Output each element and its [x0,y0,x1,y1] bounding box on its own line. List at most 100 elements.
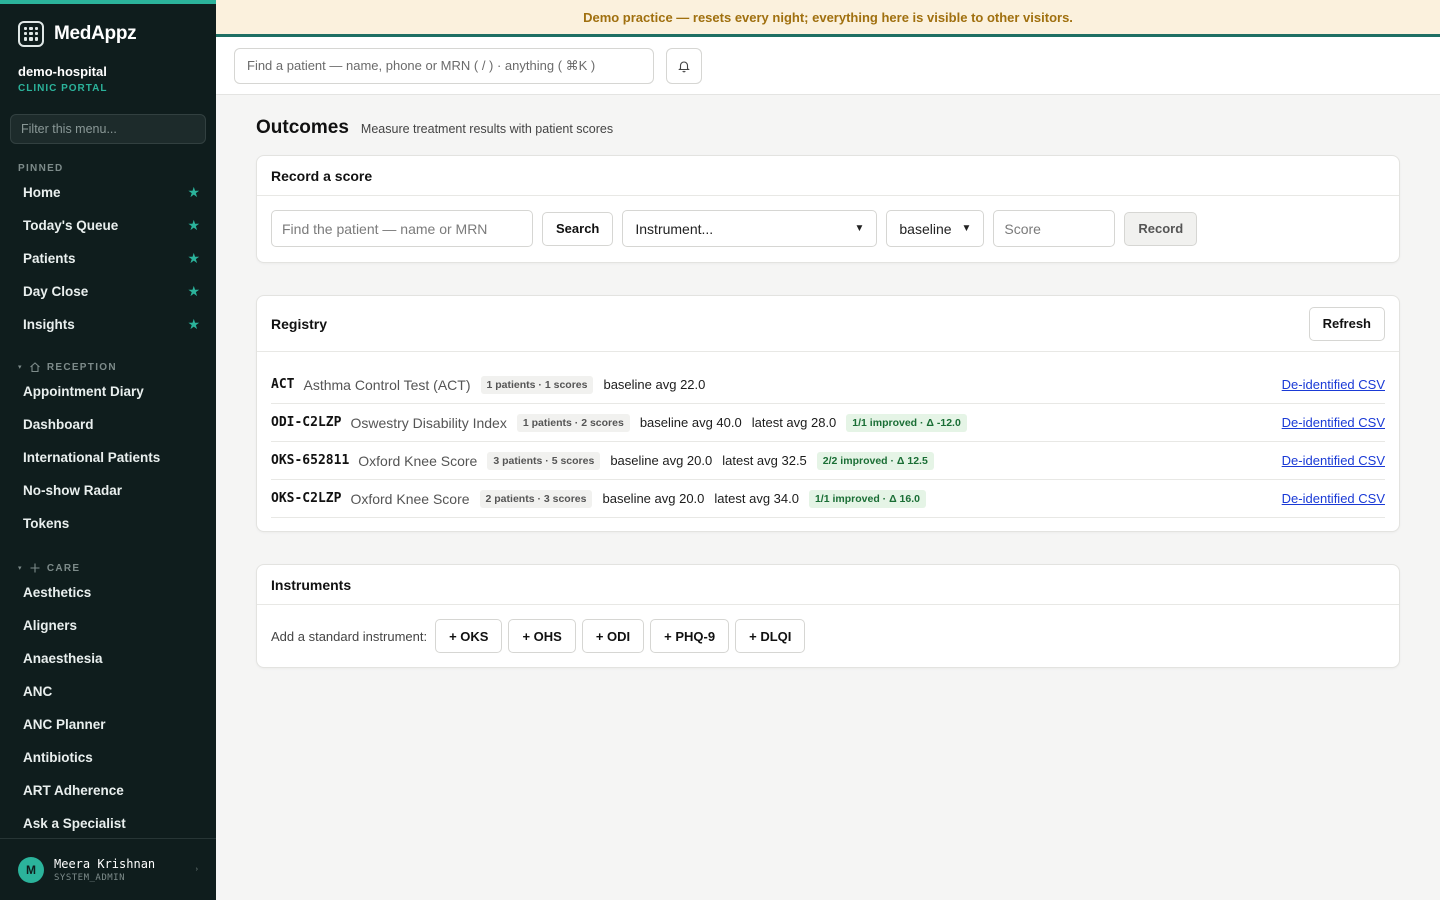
user-menu[interactable]: M Meera Krishnan SYSTEM_ADMIN › [0,838,216,900]
sidebar-item-aesthetics[interactable]: Aesthetics [0,576,216,609]
csv-download-link[interactable]: De-identified CSV [1282,453,1385,468]
bell-icon [678,60,690,72]
org-subtitle: CLINIC PORTAL [18,83,108,94]
sidebar-item-label: ANC [23,684,53,699]
record-score-card: Record a score Search Instrument... ▼ ba… [256,155,1400,263]
sidebar-item-anc-planner[interactable]: ANC Planner [0,708,216,741]
star-icon[interactable]: ★ [187,283,200,300]
user-name: Meera Krishnan [54,856,156,871]
table-row: ACT Asthma Control Test (ACT) 1 patients… [271,366,1385,404]
sidebar-item-todays-queue[interactable]: Today's Queue ★ [0,209,216,242]
instrument-code: OKS-652811 [271,453,350,468]
sidebar-item-international-patients[interactable]: International Patients [0,441,216,474]
table-row: OKS-C2LZP Oxford Knee Score 2 patients ·… [271,480,1385,518]
sidebar-item-ask-a-specialist[interactable]: Ask a Specialist [0,807,216,840]
baseline-avg: baseline avg 40.0 [639,415,742,430]
count-badge: 2 patients · 3 scores [479,489,593,508]
sidebar-item-patients[interactable]: Patients ★ [0,242,216,275]
chevron-down-icon: ▼ [854,223,865,234]
sidebar-item-label: Day Close [23,284,89,299]
instrument-code: ACT [271,377,295,392]
registry-card: Registry Refresh ACT Asthma Control Test… [256,295,1400,532]
improved-badge: 2/2 improved · Δ 12.5 [816,451,934,470]
sidebar-item-label: Appointment Diary [23,384,144,399]
improved-badge: 1/1 improved · Δ 16.0 [808,489,926,508]
card-title: Instruments [257,565,1399,605]
count-badge: 1 patients · 1 scores [480,375,594,394]
sidebar-item-label: ANC Planner [23,717,106,732]
table-row: OKS-652811 Oxford Knee Score 3 patients … [271,442,1385,480]
csv-download-link[interactable]: De-identified CSV [1282,377,1385,392]
add-oks-button[interactable]: + OKS [435,619,503,653]
timepoint-select-value: baseline [899,220,952,237]
sidebar-item-label: Tokens [23,516,70,531]
count-badge: 3 patients · 5 scores [487,451,601,470]
add-dlqi-button[interactable]: + DLQI [735,619,806,653]
sidebar-item-label: Ask a Specialist [23,816,126,831]
instrument-name: Oxford Knee Score [350,490,470,507]
home-icon [29,362,40,373]
sidebar-item-label: Patients [23,251,76,266]
section-toggle-reception[interactable]: ▾ RECEPTION [0,361,216,373]
score-input[interactable] [993,210,1116,247]
star-icon[interactable]: ★ [187,184,200,201]
star-icon[interactable]: ★ [187,217,200,234]
sidebar-item-appointment-diary[interactable]: Appointment Diary [0,375,216,408]
sidebar-item-label: No-show Radar [23,483,123,498]
csv-download-link[interactable]: De-identified CSV [1282,415,1385,430]
instrument-name: Oswestry Disability Index [350,414,507,431]
record-button[interactable]: Record [1124,211,1198,246]
sidebar-item-antibiotics[interactable]: Antibiotics [0,741,216,774]
sidebar-item-dashboard[interactable]: Dashboard [0,408,216,441]
sidebar-item-label: ART Adherence [23,783,124,798]
baseline-avg: baseline avg 20.0 [602,491,705,506]
section-toggle-care[interactable]: ▾ CARE [0,562,216,574]
instrument-select-value: Instrument... [635,220,714,237]
instrument-select[interactable]: Instrument... ▼ [622,210,878,247]
global-search-input[interactable] [234,47,654,84]
sidebar-item-anaesthesia[interactable]: Anaesthesia [0,642,216,675]
add-odi-button[interactable]: + ODI [581,619,645,653]
sidebar-item-home[interactable]: Home ★ [0,176,216,209]
instrument-code: OKS-C2LZP [271,491,342,506]
chevron-down-icon: ▼ [961,223,972,234]
sidebar-item-label: Home [23,185,61,200]
add-instrument-label: Add a standard instrument: [271,628,428,644]
csv-download-link[interactable]: De-identified CSV [1282,491,1385,506]
star-icon[interactable]: ★ [187,316,200,333]
org-name: demo-hospital [18,64,107,79]
latest-avg: latest avg 32.5 [722,453,807,468]
sidebar-item-anc[interactable]: ANC [0,675,216,708]
add-ohs-button[interactable]: + OHS [508,619,576,653]
avatar: M [18,856,44,883]
sidebar-item-day-close[interactable]: Day Close ★ [0,275,216,308]
improved-badge: 1/1 improved · Δ -12.0 [846,413,967,432]
sidebar-item-aligners[interactable]: Aligners [0,609,216,642]
sidebar-item-no-show-radar[interactable]: No-show Radar [0,474,216,507]
sidebar-item-insights[interactable]: Insights ★ [0,308,216,341]
star-icon[interactable]: ★ [187,250,200,267]
chevron-right-icon: › [195,866,198,873]
table-row: ODI-C2LZP Oswestry Disability Index 1 pa… [271,404,1385,442]
registry-header: Registry Refresh [257,296,1399,352]
sidebar-item-label: Insights [23,317,75,332]
refresh-button[interactable]: Refresh [1308,306,1385,341]
latest-avg: latest avg 34.0 [714,491,799,506]
brand[interactable]: MedAppz [0,4,216,48]
sidebar-item-label: Anaesthesia [23,651,103,666]
patient-search-input[interactable] [271,210,533,247]
sidebar-item-label: Antibiotics [23,750,93,765]
sidebar-item-art-adherence[interactable]: ART Adherence [0,774,216,807]
menu-filter-input[interactable] [10,114,206,144]
baseline-avg: baseline avg 22.0 [603,377,706,392]
org-info: demo-hospital CLINIC PORTAL [0,48,216,94]
brand-name: MedAppz [54,22,137,44]
search-button[interactable]: Search [542,211,614,246]
page-header: Outcomes Measure treatment results with … [256,117,1400,143]
add-phq9-button[interactable]: + PHQ-9 [650,619,730,653]
timepoint-select[interactable]: baseline ▼ [886,210,985,247]
section-label-pinned: PINNED [18,163,64,174]
sidebar-item-tokens[interactable]: Tokens [0,507,216,540]
notifications-button[interactable] [666,47,702,84]
topbar [216,37,1440,95]
